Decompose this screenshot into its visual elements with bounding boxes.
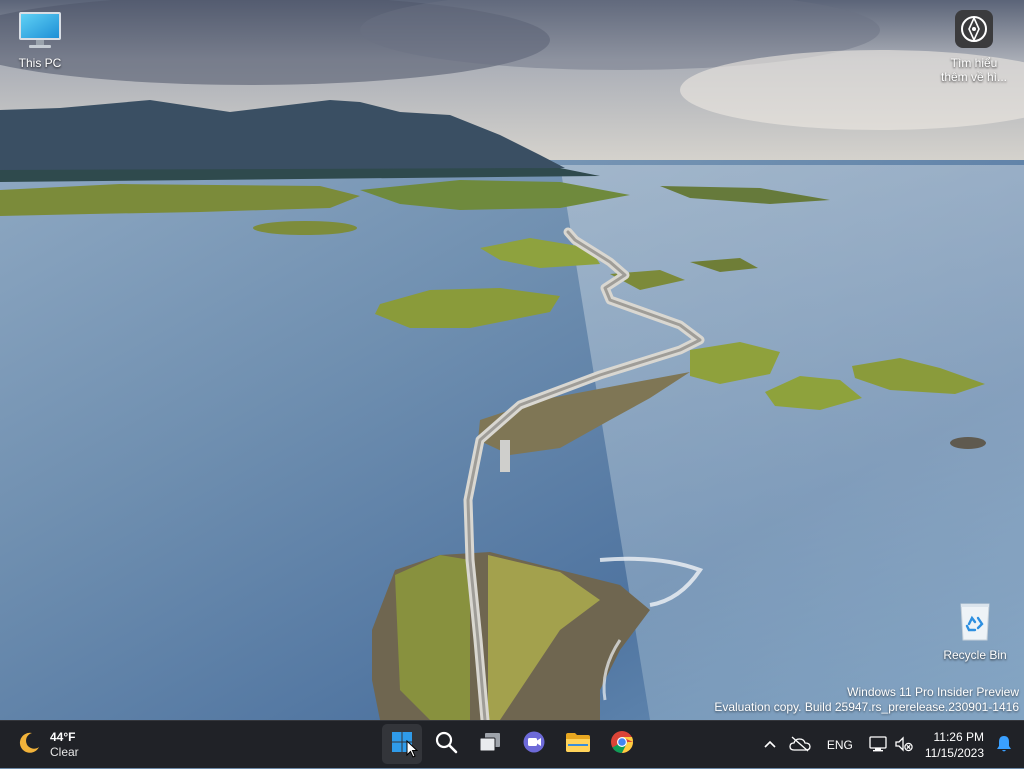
search-icon	[434, 730, 458, 759]
show-hidden-icons-button[interactable]	[757, 727, 783, 763]
taskbar-apps	[382, 724, 642, 766]
mouse-cursor-icon	[406, 739, 419, 763]
volume-muted-icon	[895, 735, 913, 755]
clock-date: 11/15/2023	[924, 746, 984, 760]
weather-temperature: 44°F	[50, 730, 76, 744]
get-started-icon	[950, 8, 998, 52]
moon-icon	[16, 730, 42, 761]
start-button[interactable]	[382, 724, 422, 764]
folder-icon	[565, 731, 591, 758]
desktop-icon-recycle-bin[interactable]: Recycle Bin	[937, 600, 1013, 662]
desktop-icon-get-started[interactable]: Tìm hiểu thêm về hì...	[936, 8, 1012, 84]
chrome-button[interactable]	[602, 724, 642, 764]
weather-condition: Clear	[50, 745, 79, 759]
desktop-icon-label: Tìm hiểu thêm về hì...	[940, 56, 1008, 84]
input-language-indicator[interactable]: ENG	[817, 738, 863, 752]
desktop-icon-label: Recycle Bin	[943, 648, 1007, 662]
watermark-line-1: Windows 11 Pro Insider Preview	[847, 685, 1019, 699]
notifications-button[interactable]	[992, 727, 1024, 763]
network-icon	[869, 735, 887, 755]
network-sound-button[interactable]	[863, 727, 919, 763]
desktop[interactable]: This PC Tìm hiểu thêm về hì... Recycle B…	[0, 0, 1024, 720]
task-view-icon	[478, 731, 502, 758]
bell-icon	[996, 735, 1012, 756]
search-button[interactable]	[426, 724, 466, 764]
onedrive-status-button[interactable]	[783, 727, 817, 763]
watermark-line-2: Evaluation copy. Build 25947.rs_prerelea…	[714, 700, 1019, 714]
chrome-icon	[610, 730, 634, 759]
task-view-button[interactable]	[470, 724, 510, 764]
recycle-bin-icon	[951, 600, 999, 644]
clock[interactable]: 11:26 PM 11/15/2023	[919, 729, 992, 761]
cloud-off-icon	[789, 736, 811, 755]
file-explorer-button[interactable]	[558, 724, 598, 764]
chevron-up-icon	[763, 738, 777, 752]
clock-time: 11:26 PM	[933, 730, 984, 744]
teams-icon	[522, 730, 546, 759]
evaluation-watermark: Windows 11 Pro Insider Preview Evaluatio…	[714, 685, 1019, 715]
wallpaper	[0, 0, 1024, 720]
desktop-icon-label: This PC	[18, 56, 62, 70]
teams-chat-button[interactable]	[514, 724, 554, 764]
weather-widget[interactable]: 44°F Clear	[16, 727, 79, 763]
desktop-icon-this-pc[interactable]: This PC	[2, 8, 78, 70]
taskbar: 44°F Clear ENG 11:26 PM 11/15/2023	[0, 720, 1024, 768]
system-tray: ENG 11:26 PM 11/15/2023	[757, 721, 1024, 769]
monitor-icon	[16, 8, 64, 52]
